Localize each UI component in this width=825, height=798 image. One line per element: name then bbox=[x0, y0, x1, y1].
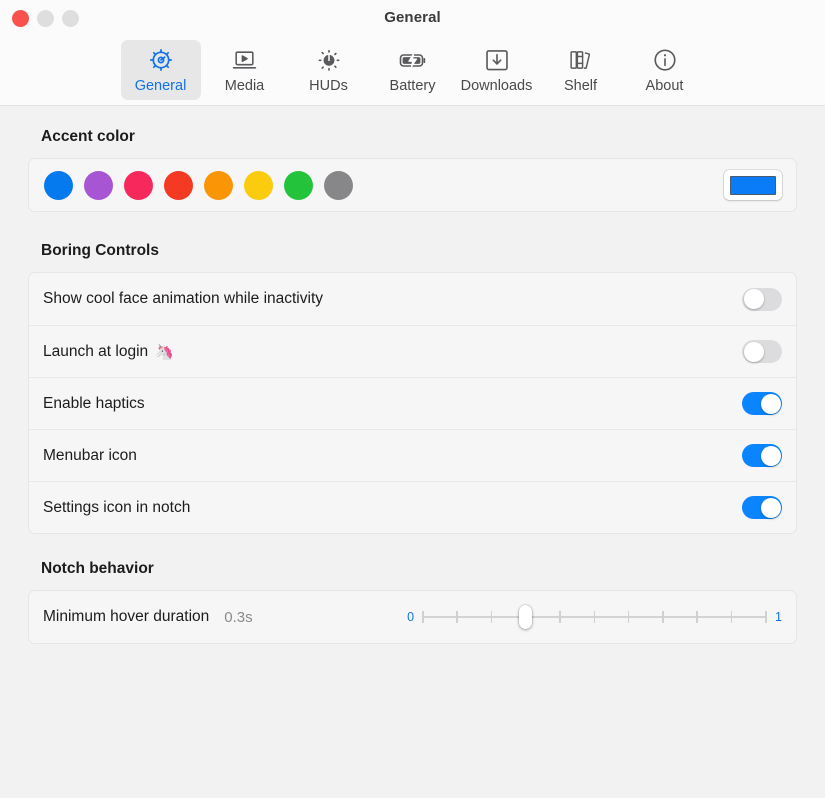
tab-label: Battery bbox=[389, 78, 436, 94]
toggle-knob bbox=[743, 289, 764, 309]
toggle-knob bbox=[760, 393, 781, 414]
hover-duration-value: 0.3s bbox=[224, 608, 253, 626]
window-title: General bbox=[384, 9, 441, 26]
row-label: Enable haptics bbox=[43, 395, 145, 413]
slider-thumb[interactable] bbox=[519, 605, 533, 629]
accent-swatch-purple[interactable] bbox=[84, 170, 113, 200]
tab-huds[interactable]: HUDs bbox=[289, 40, 369, 100]
row-settings-icon-in-notch: Settings icon in notch bbox=[29, 481, 796, 533]
gear-icon bbox=[148, 46, 174, 74]
boring-controls-heading: Boring Controls bbox=[41, 242, 159, 259]
toggle-settings-icon-in-notch[interactable] bbox=[742, 496, 782, 519]
books-icon bbox=[568, 46, 593, 74]
tab-label: About bbox=[645, 78, 684, 94]
notch-behavior-card: Minimum hover duration 0.3s 0 1 bbox=[28, 590, 797, 644]
slider-tick bbox=[662, 611, 664, 623]
title-bar: General bbox=[0, 0, 825, 38]
accent-swatch-yellow[interactable] bbox=[244, 170, 273, 200]
accent-swatch-orange[interactable] bbox=[204, 170, 233, 200]
toggle-menubar-icon[interactable] bbox=[742, 444, 782, 467]
row-enable-haptics: Enable haptics bbox=[29, 377, 796, 429]
slider-tick bbox=[559, 611, 561, 623]
tab-label: Media bbox=[224, 78, 265, 94]
battery-icon bbox=[398, 46, 428, 74]
toggle-enable-haptics[interactable] bbox=[742, 392, 782, 415]
slider-max-label: 1 bbox=[775, 610, 782, 624]
toggle-knob bbox=[743, 341, 764, 362]
row-minimum-hover-duration: Minimum hover duration 0.3s 0 1 bbox=[29, 591, 796, 643]
color-well-swatch bbox=[730, 175, 776, 195]
slider-min-label: 0 bbox=[407, 610, 415, 624]
settings-content: Accent color Boring Controls Show cool f… bbox=[0, 106, 825, 798]
row-label: Launch at login 🦄 bbox=[43, 343, 174, 361]
slider-tick bbox=[730, 611, 733, 623]
slider-tick bbox=[456, 611, 458, 623]
tab-battery[interactable]: Battery bbox=[373, 40, 453, 100]
tab-shelf[interactable]: Shelf bbox=[541, 40, 621, 100]
row-label-text: Launch at login bbox=[43, 342, 149, 360]
info-icon bbox=[652, 46, 678, 74]
row-label: Minimum hover duration 0.3s bbox=[43, 608, 253, 626]
toggle-show-cool-face-animation[interactable] bbox=[742, 287, 782, 311]
notch-behavior-heading: Notch behavior bbox=[41, 560, 154, 577]
row-label-text: Enable haptics bbox=[43, 394, 145, 412]
row-launch-at-login: Launch at login 🦄 bbox=[29, 325, 796, 377]
toolbar-tabs: General Media HUDs Battery Downloads She… bbox=[0, 38, 825, 106]
accent-swatch-green[interactable] bbox=[284, 170, 313, 200]
unicorn-emoji-icon: 🦄 bbox=[155, 343, 174, 361]
slider-tick bbox=[696, 611, 698, 623]
boring-controls-card: Show cool face animation while inactivit… bbox=[28, 272, 797, 534]
slider-tick bbox=[627, 611, 630, 623]
accent-color-card bbox=[28, 158, 797, 212]
hover-duration-slider[interactable]: 0 1 bbox=[407, 605, 782, 629]
row-label-text: Menubar icon bbox=[43, 446, 137, 464]
accent-swatch-list bbox=[44, 170, 353, 200]
accent-color-heading: Accent color bbox=[41, 128, 135, 145]
row-show-cool-face-animation: Show cool face animation while inactivit… bbox=[29, 273, 796, 325]
row-label: Settings icon in notch bbox=[43, 499, 190, 517]
row-label-text: Minimum hover duration bbox=[43, 608, 210, 625]
accent-swatch-gray[interactable] bbox=[324, 170, 353, 200]
settings-window: General General Media HUDs Battery Downl… bbox=[0, 0, 825, 798]
toggle-knob bbox=[760, 497, 781, 518]
tab-media[interactable]: Media bbox=[205, 40, 285, 100]
tab-label: HUDs bbox=[309, 78, 348, 94]
toggle-launch-at-login[interactable] bbox=[742, 340, 782, 363]
row-label: Menubar icon bbox=[43, 447, 137, 465]
slider-track[interactable] bbox=[422, 605, 768, 629]
media-icon bbox=[231, 46, 258, 74]
accent-swatch-red[interactable] bbox=[164, 170, 193, 200]
tab-about[interactable]: About bbox=[625, 40, 705, 100]
tab-general[interactable]: General bbox=[120, 40, 201, 100]
accent-swatch-blue[interactable] bbox=[44, 170, 73, 200]
slider-tick bbox=[490, 611, 493, 623]
row-label-text: Show cool face animation while inactivit… bbox=[43, 290, 323, 307]
accent-swatch-pink[interactable] bbox=[124, 170, 153, 200]
custom-color-well[interactable] bbox=[724, 170, 782, 200]
tab-downloads[interactable]: Downloads bbox=[457, 40, 537, 100]
toggle-knob bbox=[760, 445, 781, 466]
tab-label: General bbox=[134, 78, 187, 94]
row-label: Show cool face animation while inactivit… bbox=[43, 290, 323, 308]
slider-tick bbox=[593, 611, 596, 623]
hud-dial-icon bbox=[316, 46, 342, 74]
download-icon bbox=[485, 46, 509, 74]
tab-label: Shelf bbox=[563, 78, 598, 94]
slider-tick bbox=[422, 611, 424, 623]
slider-tick bbox=[765, 611, 767, 623]
tab-label: Downloads bbox=[460, 78, 533, 94]
row-label-text: Settings icon in notch bbox=[43, 498, 191, 516]
row-menubar-icon: Menubar icon bbox=[29, 429, 796, 481]
